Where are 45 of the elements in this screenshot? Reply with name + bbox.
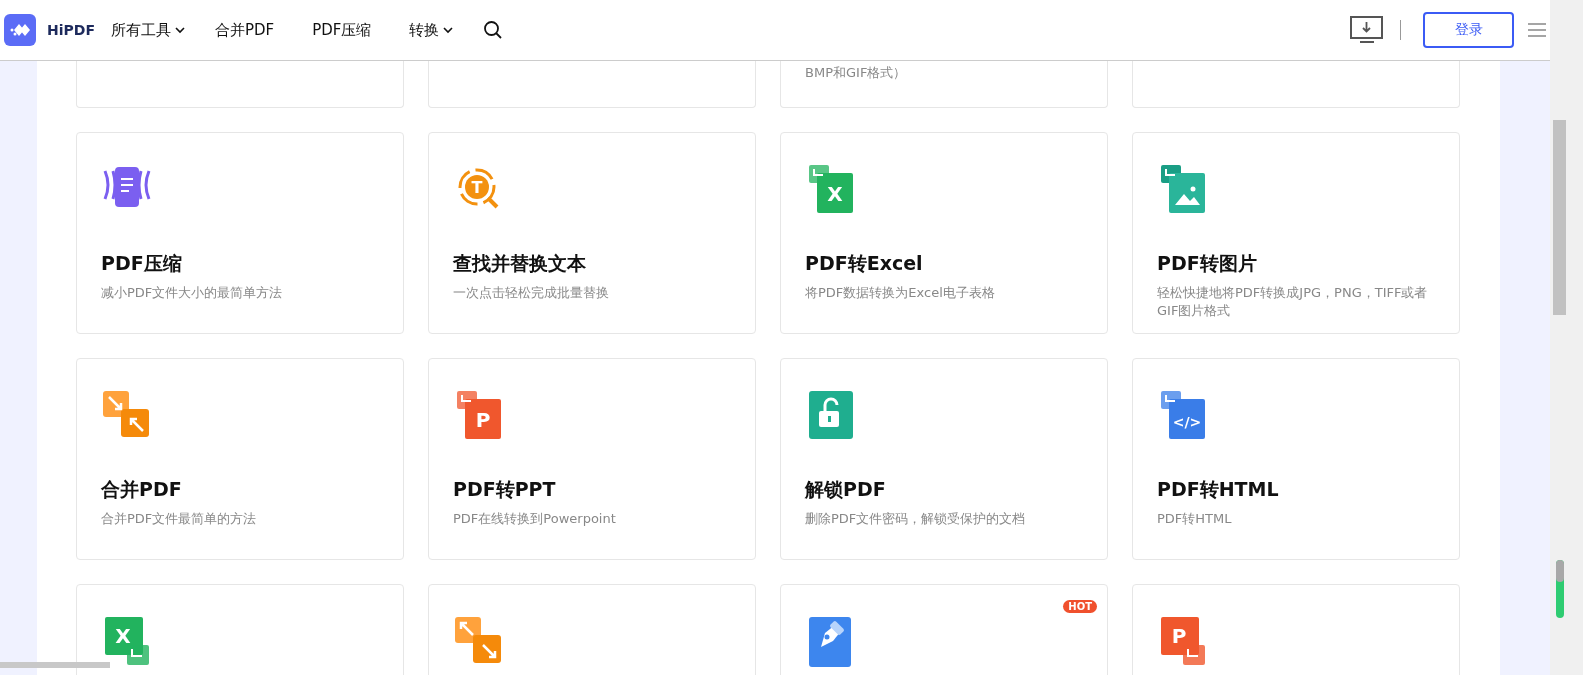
nav-link[interactable]: PDF压缩 (312, 20, 372, 40)
tool-card[interactable]: P PDF转PPT PDF在线转换到Powerpoint (428, 358, 756, 560)
tool-card[interactable] (1132, 61, 1460, 108)
tool-description: 合并PDF文件最简单的方法 (101, 510, 258, 528)
vertical-scrollbar[interactable] (1550, 0, 1583, 675)
desktop-download-icon[interactable] (1350, 16, 1384, 44)
tool-title: 查找并替换文本 (453, 251, 587, 276)
tool-card[interactable] (76, 61, 404, 108)
tool-description: 将PDF数据转换为Excel电子表格 (805, 284, 996, 302)
nav-link[interactable]: 所有工具 (110, 20, 185, 40)
tool-card[interactable]: PDF转图片 轻松快捷地将PDF转换成JPG，PNG，TIFF或者GIF图片格式 (1132, 132, 1460, 334)
tool-description: PDF在线转换到Powerpoint (453, 510, 617, 528)
tool-card[interactable]: 解锁PDF 删除PDF文件密码，解锁受保护的文档 (780, 358, 1108, 560)
tool-title: PDF转图片 (1157, 251, 1258, 276)
search-icon[interactable] (483, 20, 504, 40)
tool-card[interactable]: PDF压缩 减小PDF文件大小的最简单方法 (76, 132, 404, 334)
hot-badge: HOT (1063, 600, 1097, 613)
tool-description: BMP和GIF格式） (805, 64, 908, 82)
tool-description: 删除PDF文件密码，解锁受保护的文档 (805, 510, 1027, 528)
tool-title: 解锁PDF (805, 477, 887, 502)
tool-card[interactable]: HOT (780, 584, 1108, 675)
tool-description: 轻松快捷地将PDF转换成JPG，PNG，TIFF或者GIF图片格式 (1157, 284, 1429, 320)
tool-card[interactable]: 合并PDF 合并PDF文件最简单的方法 (76, 358, 404, 560)
scrollbar-thumb[interactable] (1553, 120, 1566, 315)
login-button[interactable]: 登录 (1423, 12, 1514, 48)
tool-card[interactable] (428, 61, 756, 108)
tool-card[interactable]: BMP和GIF格式） (780, 61, 1108, 108)
tool-card[interactable]: T 查找并替换文本 一次点击轻松完成批量替换 (428, 132, 756, 334)
progress-widget-icon (1556, 560, 1564, 618)
menu-icon[interactable] (1528, 22, 1546, 38)
horizontal-scrollbar[interactable] (0, 662, 110, 668)
tool-description: PDF转HTML (1157, 510, 1233, 528)
logo-icon[interactable] (4, 14, 36, 46)
tool-description: 一次点击轻松完成批量替换 (453, 284, 610, 302)
tool-card[interactable]: X PDF转Excel 将PDF数据转换为Excel电子表格 (780, 132, 1108, 334)
nav-link[interactable]: 合并PDF (214, 20, 275, 40)
brand-name[interactable]: HiPDF (47, 22, 95, 38)
tool-description: 减小PDF文件大小的最简单方法 (101, 284, 284, 302)
tool-card[interactable]: </> PDF转HTML PDF转HTML (1132, 358, 1460, 560)
tool-title: PDF转HTML (1157, 477, 1280, 502)
tool-title: 合并PDF (101, 477, 183, 502)
tool-title: PDF压缩 (101, 251, 183, 276)
nav-link[interactable]: 转换 (409, 20, 454, 40)
tool-title: PDF转PPT (453, 477, 557, 502)
tool-title: PDF转Excel (805, 251, 924, 276)
